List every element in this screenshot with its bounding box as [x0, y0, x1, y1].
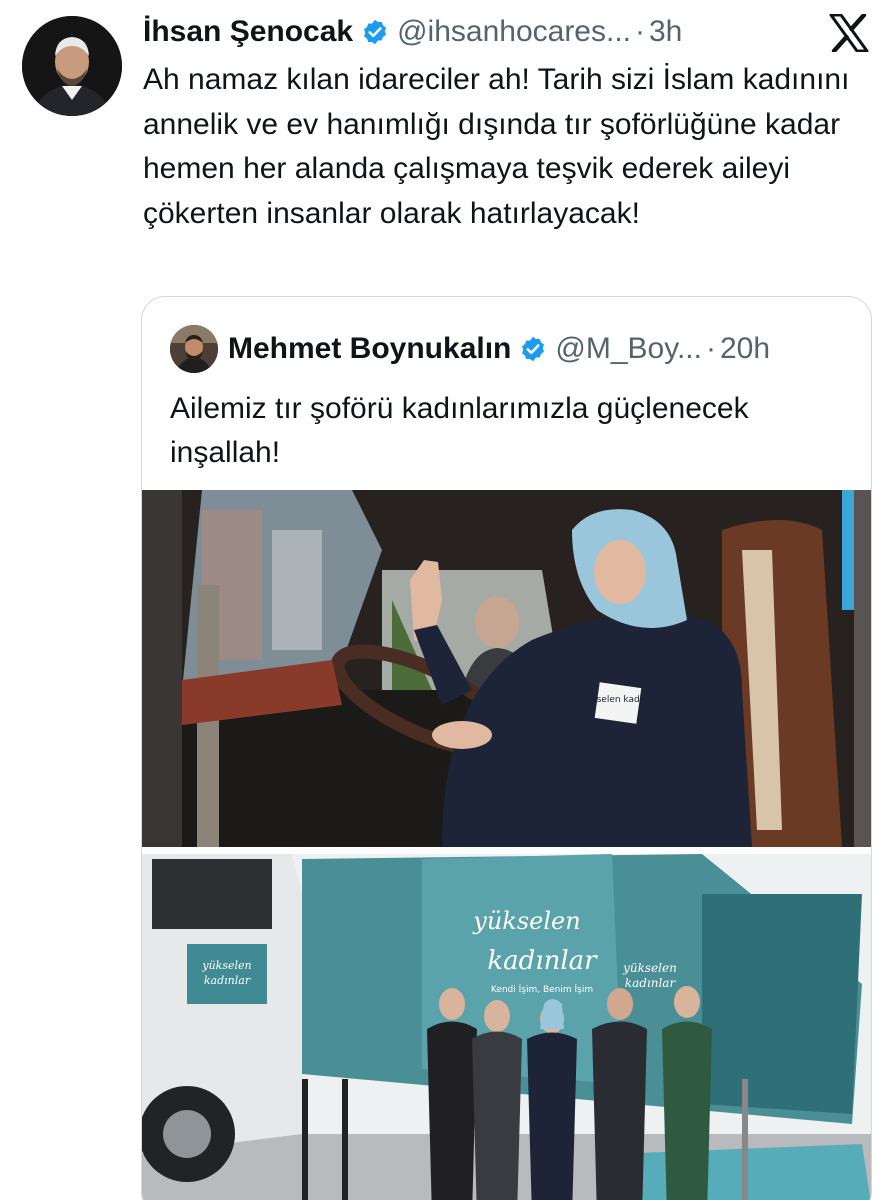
x-logo-icon	[829, 12, 869, 54]
banner-side-line1: yükselen	[622, 961, 677, 975]
truck-cab-photo[interactable]: yükselen kadınlar	[142, 490, 871, 847]
truck-event-photo[interactable]: yükselen kadınlar yükselen kadınlar Kend…	[142, 854, 871, 1200]
author-name[interactable]: İhsan Şenocak	[143, 15, 353, 49]
author-avatar[interactable]	[22, 16, 122, 116]
cab-sign-line1: yükselen	[201, 959, 251, 972]
quoted-author-name[interactable]: Mehmet Boynukalın	[228, 332, 511, 366]
cab-sign-line2: kadınlar	[204, 974, 251, 987]
banner-side-line2: kadınlar	[625, 976, 677, 990]
banner-main-tagline: Kendi İşim, Benim İşim	[491, 984, 593, 995]
quoted-tweet-timestamp[interactable]: 20h	[720, 332, 770, 366]
quoted-tweet-header: Mehmet Boynukalın @M_Boy... · 20h	[228, 327, 770, 371]
quoted-tweet-card[interactable]: Mehmet Boynukalın @M_Boy... · 20h Ailemi…	[141, 296, 872, 1200]
banner-main-line1: yükselen	[472, 907, 580, 935]
verified-badge-icon	[361, 18, 389, 46]
author-handle[interactable]: @ihsanhocares...	[397, 15, 631, 49]
separator-dot: ·	[635, 15, 645, 48]
tweet-text: Ah namaz kılan idareciler ah! Tarih sizi…	[143, 63, 850, 230]
jacket-patch-text: yükselen kadınlar	[580, 695, 660, 705]
tweet-timestamp[interactable]: 3h	[649, 15, 682, 49]
quoted-author-handle[interactable]: @M_Boy...	[555, 332, 702, 366]
quoted-author-avatar[interactable]	[170, 325, 218, 373]
tweet-header: İhsan Şenocak @ihsanhocares... · 3h	[143, 12, 682, 52]
verified-badge-icon	[519, 335, 547, 363]
quoted-tweet-text: Ailemiz tır şoförü kadınlarımızla güçlen…	[170, 392, 749, 469]
banner-main-line2: kadınlar	[487, 946, 598, 976]
separator-dot: ·	[705, 332, 716, 365]
